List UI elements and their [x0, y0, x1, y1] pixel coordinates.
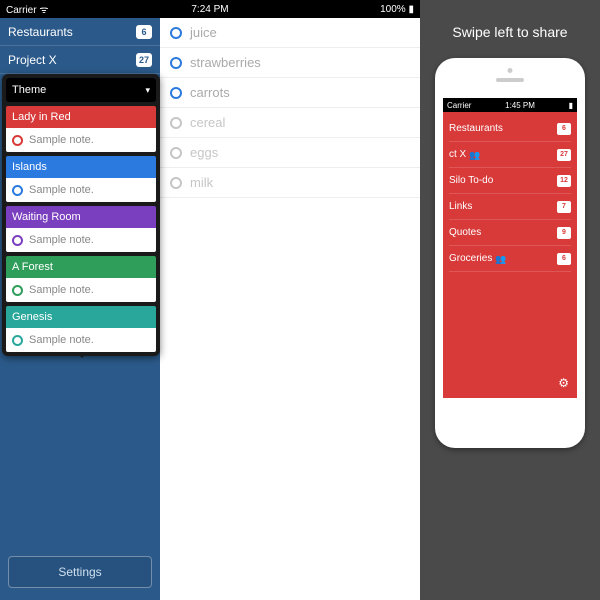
instruction-text: Swipe left to share [452, 24, 567, 40]
item-label: Silo To-do [449, 175, 493, 186]
checkbox-icon[interactable] [170, 117, 182, 129]
chevron-down-icon: ▾ [145, 85, 150, 96]
phone-statusbar: Carrier 1:45 PM ▮ [443, 98, 577, 112]
phone-speaker-icon [496, 78, 524, 82]
checkbox-icon[interactable] [170, 147, 182, 159]
share-icon: 👥 [495, 254, 505, 264]
item-label: ct X [449, 149, 466, 160]
list-item[interactable]: cereal [160, 108, 420, 138]
count-badge: 7 [557, 201, 571, 213]
theme-title: Genesis [6, 306, 156, 328]
list-item[interactable]: Links 7 [449, 194, 571, 220]
checkbox-icon[interactable] [170, 87, 182, 99]
theme-option[interactable]: A ForestSample note. [6, 256, 156, 302]
phone-camera-icon [508, 68, 513, 73]
settings-button[interactable]: Settings [8, 556, 152, 588]
theme-option[interactable]: Waiting RoomSample note. [6, 206, 156, 252]
item-label: Quotes [449, 227, 481, 238]
sidebar-item-restaurants[interactable]: Restaurants 6 [0, 18, 160, 46]
item-label: Restaurants [449, 123, 503, 134]
bullet-icon [12, 335, 23, 346]
wifi-icon: ᯤ [39, 5, 48, 16]
item-label: eggs [190, 145, 218, 160]
sidebar-item-label: Restaurants [8, 25, 73, 39]
list-item[interactable]: Restaurants 6 [449, 116, 571, 142]
carrier-label: Carrier [6, 5, 37, 16]
theme-option[interactable]: GenesisSample note. [6, 306, 156, 352]
bullet-icon [12, 235, 23, 246]
list-item[interactable]: juice [160, 18, 420, 48]
item-label: strawberries [190, 55, 261, 70]
theme-dropdown[interactable]: Theme ▾ [6, 78, 156, 102]
theme-title: Islands [6, 156, 156, 178]
theme-sample: Sample note. [6, 278, 156, 302]
count-badge: 12 [557, 175, 571, 187]
item-label: cereal [190, 115, 225, 130]
bullet-icon [12, 185, 23, 196]
theme-popover: Theme ▾ Lady in RedSample note.IslandsSa… [2, 74, 160, 356]
battery-label: 100% [380, 4, 406, 15]
count-badge: 27 [136, 53, 152, 67]
list-item[interactable]: ct X👥 27 [449, 142, 571, 168]
list-item[interactable]: carrots [160, 78, 420, 108]
clock: 7:24 PM [142, 4, 278, 15]
checkbox-icon[interactable] [170, 57, 182, 69]
item-label: Groceries [449, 253, 492, 264]
theme-title: Waiting Room [6, 206, 156, 228]
main-list: juice strawberries carrots cereal eggs milk [160, 18, 420, 600]
share-icon: 👥 [469, 150, 479, 160]
checkbox-icon[interactable] [170, 177, 182, 189]
sidebar-item-projectx[interactable]: Project X 27 [0, 46, 160, 74]
theme-sample: Sample note. [6, 178, 156, 202]
iphone-mockup: Carrier 1:45 PM ▮ Restaurants6ct X👥27Sil… [435, 58, 585, 448]
theme-title: Lady in Red [6, 106, 156, 128]
theme-option[interactable]: Lady in RedSample note. [6, 106, 156, 152]
item-label: Links [449, 201, 472, 212]
theme-sample: Sample note. [6, 128, 156, 152]
list-item[interactable]: Groceries👥 6 [449, 246, 571, 272]
bullet-icon [12, 285, 23, 296]
phone-screen: Carrier 1:45 PM ▮ Restaurants6ct X👥27Sil… [443, 98, 577, 398]
sidebar-item-label: Project X [8, 53, 57, 67]
theme-title: A Forest [6, 256, 156, 278]
theme-sample: Sample note. [6, 328, 156, 352]
item-label: milk [190, 175, 213, 190]
checkbox-icon[interactable] [170, 27, 182, 39]
item-label: juice [190, 25, 217, 40]
item-label: carrots [190, 85, 230, 100]
battery-icon: ▮ [408, 4, 414, 15]
carrier-label: Carrier [447, 101, 471, 110]
count-badge: 27 [557, 149, 571, 161]
battery-icon: ▮ [569, 101, 573, 110]
clock: 1:45 PM [471, 101, 568, 110]
phone-panel: Swipe left to share Carrier 1:45 PM ▮ Re… [420, 0, 600, 600]
bullet-icon [12, 135, 23, 146]
theme-sample: Sample note. [6, 228, 156, 252]
count-badge: 9 [557, 227, 571, 239]
count-badge: 6 [557, 253, 571, 265]
list-item[interactable]: Silo To-do 12 [449, 168, 571, 194]
gear-icon[interactable]: ⚙ [558, 376, 569, 390]
ipad-mockup: Carrier ᯤ 7:24 PM 100% ▮ Restaurants 6 P… [0, 0, 420, 600]
list-item[interactable]: strawberries [160, 48, 420, 78]
list-item[interactable]: Quotes 9 [449, 220, 571, 246]
theme-option[interactable]: IslandsSample note. [6, 156, 156, 202]
count-badge: 6 [136, 25, 152, 39]
list-item[interactable]: eggs [160, 138, 420, 168]
list-item[interactable]: milk [160, 168, 420, 198]
ipad-statusbar: Carrier ᯤ 7:24 PM 100% ▮ [0, 0, 420, 18]
count-badge: 6 [557, 123, 571, 135]
